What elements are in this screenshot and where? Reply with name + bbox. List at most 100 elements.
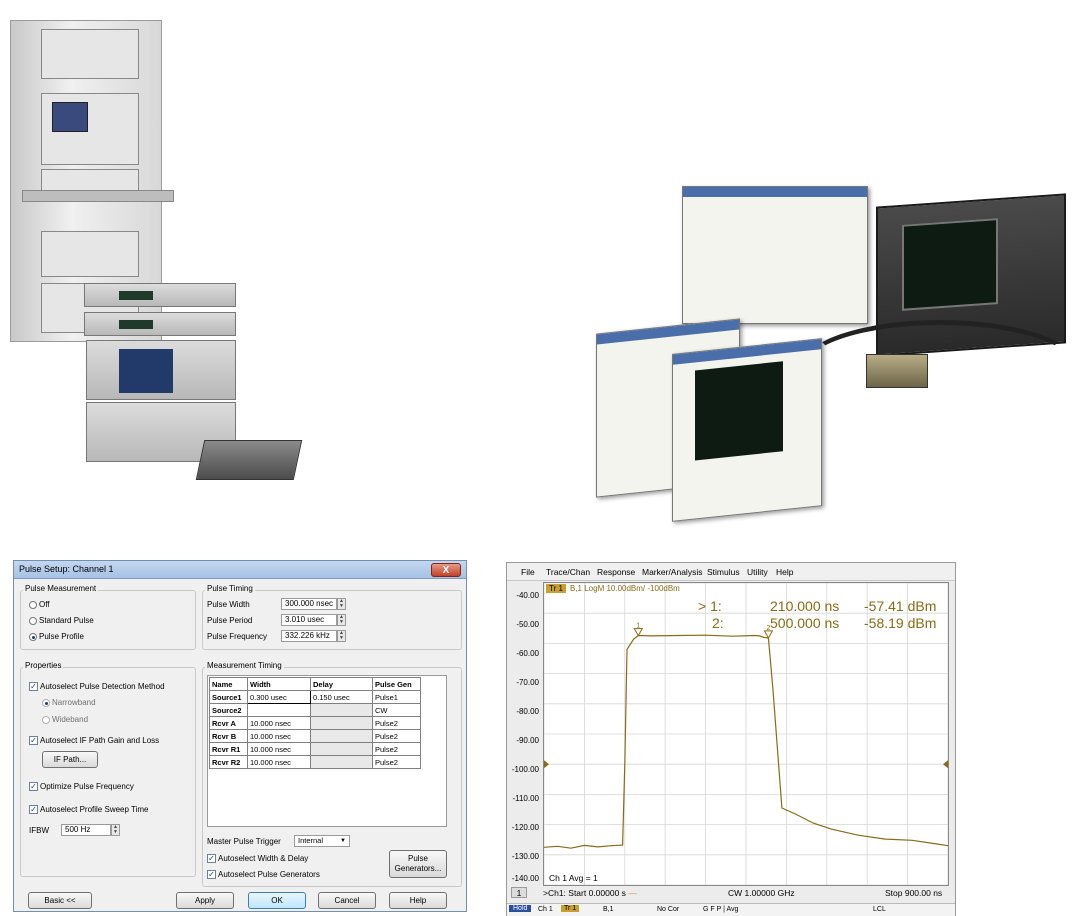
radio-wideband[interactable] xyxy=(42,716,50,724)
table-cell[interactable]: 10.000 nsec xyxy=(247,742,311,756)
autoselect-sweep-checkbox[interactable]: ✓ xyxy=(29,805,38,814)
table-cell: Source2 xyxy=(209,703,248,717)
marker-1-y: -57.41 dBm xyxy=(864,598,937,614)
pulse-period-field[interactable]: 3.010 usec xyxy=(281,614,337,626)
marker-1-icon[interactable] xyxy=(633,628,644,637)
path-configuration-window xyxy=(682,186,868,324)
master-trigger-select[interactable]: Internal ▼ xyxy=(294,835,350,847)
status-lcl: LCL xyxy=(873,906,886,913)
autoselect-width-delay-checkbox[interactable]: ✓ xyxy=(207,854,216,863)
marker-2-label: 2: xyxy=(712,615,724,631)
marker-2-icon[interactable] xyxy=(763,630,774,639)
group-label: Properties xyxy=(23,661,64,670)
status-param: B,1 xyxy=(603,906,614,913)
table-cell[interactable]: Pulse2 xyxy=(372,755,421,769)
table-row: Rcvr R2 10.000 nsec Pulse2 xyxy=(209,755,421,769)
table-cell[interactable] xyxy=(310,729,373,743)
table-cell[interactable]: CW xyxy=(372,703,421,717)
y-tick-label: -130.00 xyxy=(511,852,539,861)
signal-generator xyxy=(84,283,236,307)
table-row: Source1 0.300 usec 0.150 usec Pulse1 xyxy=(209,690,421,704)
rack-shelf xyxy=(22,190,174,202)
pulse-frequency-field[interactable]: 332.226 kHz xyxy=(281,630,337,642)
radio-off[interactable] xyxy=(29,601,37,609)
y-tick-label: -40.00 xyxy=(516,591,539,600)
dialog-titlebar[interactable]: Pulse Setup: Channel 1 X xyxy=(14,561,466,579)
autoselect-if-checkbox[interactable]: ✓ xyxy=(29,736,38,745)
table-cell[interactable]: 0.150 usec xyxy=(310,690,373,704)
if-path-button[interactable]: IF Path... xyxy=(42,751,98,768)
device-under-test xyxy=(866,354,928,388)
cancel-button[interactable]: Cancel xyxy=(318,892,376,909)
radio-label: Off xyxy=(39,600,50,609)
ifbw-field[interactable]: 500 Hz xyxy=(61,824,111,836)
pulse-setup-dialog: Pulse Setup: Channel 1 X Pulse Measureme… xyxy=(13,560,467,912)
table-cell[interactable]: Pulse2 xyxy=(372,716,421,730)
table-cell: Source1 xyxy=(209,690,248,704)
radio-pulse-profile[interactable] xyxy=(29,633,37,641)
radio-label: Wideband xyxy=(52,715,89,724)
close-button[interactable]: X xyxy=(431,563,461,577)
channel-number[interactable]: 1 xyxy=(511,887,527,898)
ok-button[interactable]: OK xyxy=(248,892,306,909)
status-channel: Ch 1 xyxy=(538,906,553,913)
checkbox-label: Autoselect IF Path Gain and Loss xyxy=(40,736,160,745)
trace-badge[interactable]: Tr 1 xyxy=(546,584,566,593)
optimize-frequency-checkbox[interactable]: ✓ xyxy=(29,782,38,791)
marker-2-y: -58.19 dBm xyxy=(864,615,937,631)
radio-label: Standard Pulse xyxy=(39,616,94,625)
spin-arrows-icon[interactable]: ▲ ▼ xyxy=(337,630,346,642)
menu-help[interactable]: Help xyxy=(776,567,793,577)
y-tick-label: -60.00 xyxy=(516,649,539,658)
marker-2-x: 500.000 ns xyxy=(770,615,840,631)
table-cell[interactable] xyxy=(247,703,311,717)
menu-stimulus[interactable]: Stimulus xyxy=(707,567,740,577)
menu-marker-analysis[interactable]: Marker/Analysis xyxy=(642,567,702,577)
network-analyzer-instrument xyxy=(86,340,236,400)
menu-response[interactable]: Response xyxy=(597,567,635,577)
table-cell: Rcvr R1 xyxy=(209,742,248,756)
cw-readout: CW 1.00000 GHz xyxy=(728,888,795,898)
menu-trace-chan[interactable]: Trace/Chan xyxy=(546,567,590,577)
plot-area: 12 Tr 1 B,1 LogM 10.00dBm/ -100dBm > 1: … xyxy=(543,582,949,886)
table-cell[interactable]: 10.000 nsec xyxy=(247,755,311,769)
group-label: Pulse Timing xyxy=(205,584,255,593)
field-label: Pulse Width xyxy=(207,600,250,609)
table-cell[interactable]: 10.000 nsec xyxy=(247,716,311,730)
spin-arrows-icon[interactable]: ▲ ▼ xyxy=(111,824,120,836)
button-label: Pulse xyxy=(407,854,428,863)
y-tick-label: -100.00 xyxy=(511,765,539,774)
table-row: Source2 CW xyxy=(209,703,421,717)
rack-instrument xyxy=(41,93,139,165)
table-cell[interactable]: Pulse1 xyxy=(372,690,421,704)
menu-file[interactable]: File xyxy=(521,567,535,577)
column-header: Width xyxy=(247,677,311,691)
spin-arrows-icon[interactable]: ▲ ▼ xyxy=(337,598,346,610)
table-cell[interactable]: 0.300 usec xyxy=(247,690,311,704)
menu-utility[interactable]: Utility xyxy=(747,567,768,577)
help-button[interactable]: Help xyxy=(389,892,447,909)
master-trigger-label: Master Pulse Trigger xyxy=(207,837,281,846)
marker-tag: 1 xyxy=(636,623,640,630)
table-cell[interactable] xyxy=(310,716,373,730)
table-cell[interactable]: Pulse2 xyxy=(372,729,421,743)
autoselect-generators-checkbox[interactable]: ✓ xyxy=(207,870,216,879)
table-cell[interactable] xyxy=(310,742,373,756)
table-cell[interactable] xyxy=(310,703,373,717)
table-cell[interactable] xyxy=(310,755,373,769)
radio-standard-pulse[interactable] xyxy=(29,617,37,625)
table-cell[interactable]: Pulse2 xyxy=(372,742,421,756)
radio-narrowband[interactable] xyxy=(42,699,50,707)
column-header: Pulse Gen xyxy=(372,677,421,691)
rack-panel xyxy=(41,231,139,277)
signal-generator xyxy=(84,312,236,336)
pulse-width-field[interactable]: 300.000 nsec xyxy=(281,598,337,610)
network-analyzer-display: File Trace/Chan Response Marker/Analysis… xyxy=(506,562,956,916)
apply-button[interactable]: Apply xyxy=(176,892,234,909)
status-hold[interactable]: Hold xyxy=(509,905,532,912)
basic-button[interactable]: Basic << xyxy=(28,892,92,909)
spin-arrows-icon[interactable]: ▲ ▼ xyxy=(337,614,346,626)
table-cell[interactable]: 10.000 nsec xyxy=(247,729,311,743)
autoselect-detection-checkbox[interactable]: ✓ xyxy=(29,682,38,691)
pulse-generators-button[interactable]: Pulse Generators... xyxy=(389,850,447,878)
